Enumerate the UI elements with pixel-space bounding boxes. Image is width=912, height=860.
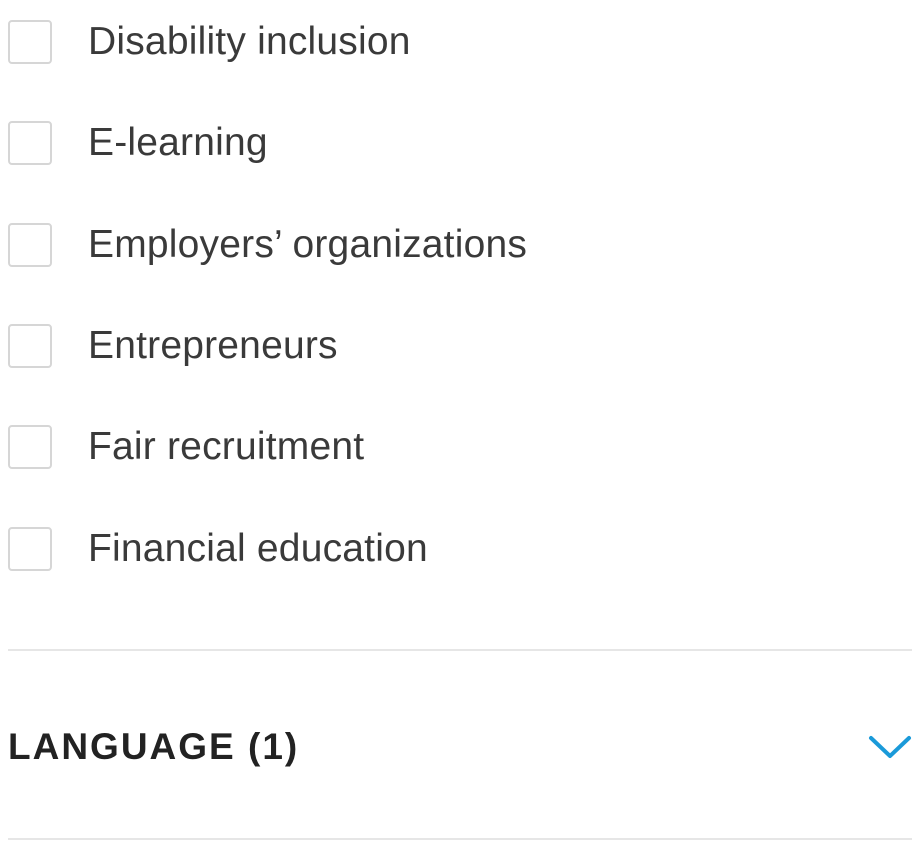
filter-label: Fair recruitment [88, 425, 365, 468]
filter-item-fair-recruitment[interactable]: Fair recruitment [8, 423, 364, 471]
filter-label: E-learning [88, 121, 268, 164]
filter-item-e-learning[interactable]: E-learning [8, 119, 268, 167]
filter-label: Entrepreneurs [88, 324, 338, 367]
checkbox[interactable] [8, 425, 52, 469]
filter-item-financial-education[interactable]: Financial education [8, 525, 428, 573]
section-title: LANGUAGE (1) [8, 726, 300, 767]
filter-label: Financial education [88, 527, 428, 570]
checkbox[interactable] [8, 324, 52, 368]
filter-item-employers-organizations[interactable]: Employers’ organizations [8, 221, 527, 269]
checkbox[interactable] [8, 527, 52, 571]
checkbox[interactable] [8, 223, 52, 267]
filter-item-disability-inclusion[interactable]: Disability inclusion [8, 18, 411, 66]
language-section-toggle[interactable]: LANGUAGE (1) [8, 716, 912, 778]
filter-label: Disability inclusion [88, 20, 411, 63]
filter-label: Employers’ organizations [88, 223, 528, 266]
checkbox[interactable] [8, 20, 52, 64]
filter-item-entrepreneurs[interactable]: Entrepreneurs [8, 322, 338, 370]
chevron-down-icon[interactable] [868, 732, 912, 762]
divider [8, 838, 912, 840]
checkbox[interactable] [8, 121, 52, 165]
divider [8, 649, 912, 651]
